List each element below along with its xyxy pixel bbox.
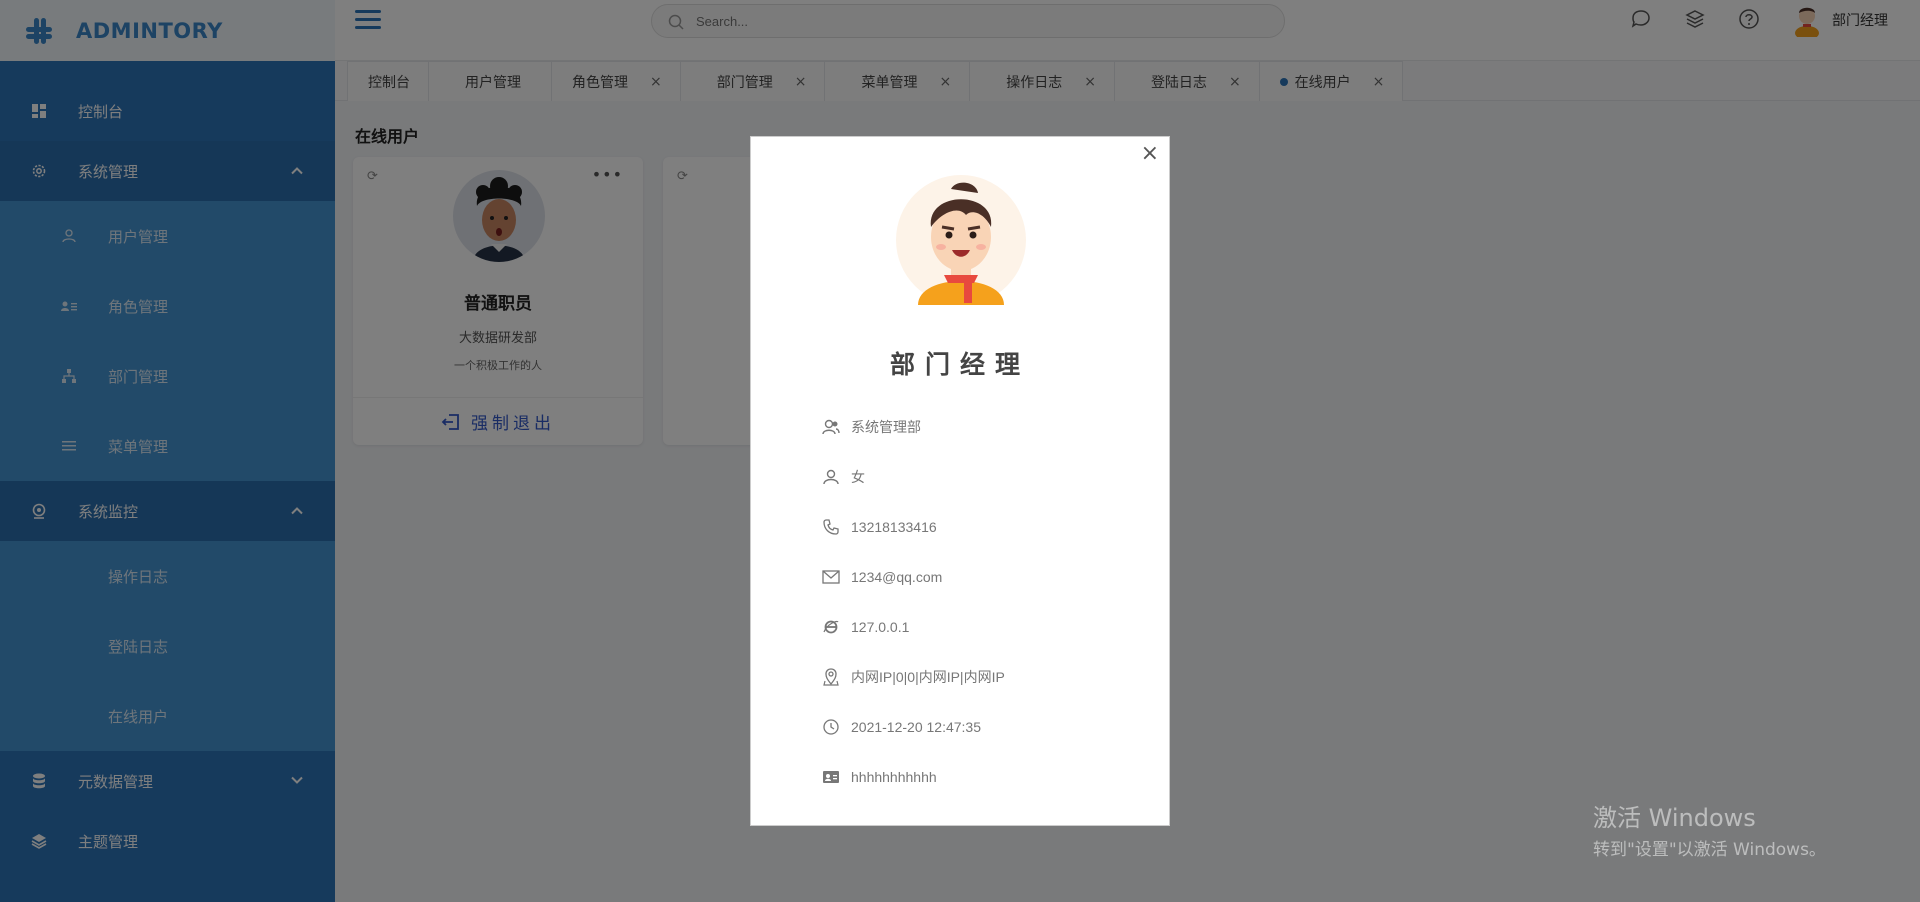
- watermark-line2: 转到"设置"以激活 Windows。: [1593, 840, 1826, 860]
- info-value: 127.0.0.1: [851, 619, 910, 635]
- info-value: 2021-12-20 12:47:35: [851, 719, 981, 735]
- phone-icon: [821, 517, 841, 537]
- id-card-icon: [821, 767, 841, 787]
- info-value: 女: [851, 469, 865, 485]
- info-ip: 127.0.0.1: [821, 602, 1005, 652]
- avatar: [896, 175, 1026, 305]
- watermark-line1: 激活 Windows: [1593, 804, 1756, 832]
- user-icon: [821, 467, 841, 487]
- modal-title: 部门经理: [889, 350, 1030, 379]
- info-value: hhhhhhhhhhh: [851, 769, 937, 785]
- map-pin-icon: [821, 667, 841, 687]
- mail-icon: [821, 567, 841, 587]
- users-icon: [821, 417, 841, 437]
- info-phone: 13218133416: [821, 502, 1005, 552]
- info-login-time: 2021-12-20 12:47:35: [821, 702, 1005, 752]
- clock-icon: [821, 717, 841, 737]
- user-info-list: 系统管理部 女 13218133416 1234@qq.com 127.0.0.…: [821, 402, 1005, 802]
- info-note: hhhhhhhhhhh: [821, 752, 1005, 802]
- info-department: 系统管理部: [821, 402, 1005, 452]
- windows-activation-watermark: 激活 Windows 转到"设置"以激活 Windows。: [1593, 798, 1826, 860]
- info-location: 内网IP|0|0|内网IP|内网IP: [821, 652, 1005, 702]
- info-email: 1234@qq.com: [821, 552, 1005, 602]
- browser-ie-icon: [821, 617, 841, 637]
- user-detail-modal: × 部门经理 系统管理部 女 13218133416 1234@qq.com 1…: [750, 136, 1170, 826]
- info-value: 1234@qq.com: [851, 569, 943, 585]
- info-value: 系统管理部: [851, 419, 921, 435]
- close-icon[interactable]: ×: [1141, 143, 1159, 165]
- info-value: 内网IP|0|0|内网IP|内网IP: [851, 669, 1005, 685]
- info-value: 13218133416: [851, 519, 937, 535]
- info-gender: 女: [821, 452, 1005, 502]
